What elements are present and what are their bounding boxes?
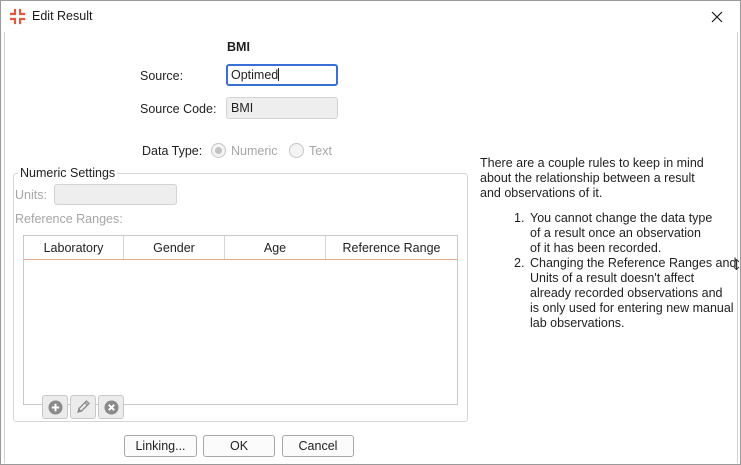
close-button[interactable] bbox=[694, 1, 740, 32]
source-code-field: BMI bbox=[226, 97, 338, 119]
numeric-settings-legend: Numeric Settings bbox=[18, 166, 118, 180]
cancel-button[interactable]: Cancel bbox=[282, 435, 354, 457]
text-radio-label: Text bbox=[309, 144, 332, 158]
units-label: Units: bbox=[15, 188, 47, 202]
window-title: Edit Result bbox=[32, 9, 93, 23]
dialog-content: BMI Source: Optimed Source Code: BMI Dat… bbox=[4, 32, 738, 463]
rule-number: 2. bbox=[514, 256, 525, 270]
numeric-radio[interactable] bbox=[211, 143, 226, 158]
ok-button[interactable]: OK bbox=[203, 435, 275, 457]
rule-text: Changing the Reference Ranges and Units … bbox=[530, 256, 736, 331]
column-header-age[interactable]: Age bbox=[225, 236, 326, 259]
source-code-value: BMI bbox=[231, 101, 254, 115]
remove-icon bbox=[104, 400, 118, 414]
remove-range-button[interactable] bbox=[98, 395, 124, 419]
units-field bbox=[54, 184, 177, 205]
resize-cursor-icon bbox=[733, 259, 740, 270]
rule-line: of a result once an observation bbox=[530, 226, 701, 240]
text-radio[interactable] bbox=[289, 143, 304, 158]
app-logo-icon bbox=[9, 8, 26, 25]
rule-line: lab observations. bbox=[530, 316, 625, 330]
info-intro-line: about the relationship between a result bbox=[480, 171, 695, 185]
plus-icon bbox=[48, 400, 62, 414]
column-header-reference-range[interactable]: Reference Range bbox=[326, 236, 457, 259]
rule-line: is only used for entering new manual bbox=[530, 301, 734, 315]
rule-line: Changing the Reference Ranges and bbox=[530, 256, 737, 270]
result-name: BMI bbox=[227, 40, 250, 54]
reference-ranges-table[interactable]: Laboratory Gender Age Reference Range bbox=[23, 235, 458, 405]
linking-button[interactable]: Linking... bbox=[124, 435, 197, 457]
rule-line: already recorded observations and bbox=[530, 286, 723, 300]
reference-ranges-label: Reference Ranges: bbox=[15, 212, 123, 226]
table-header: Laboratory Gender Age Reference Range bbox=[24, 236, 457, 260]
source-input-value: Optimed bbox=[231, 68, 279, 82]
rule-line: Units of a result doesn't affect bbox=[530, 271, 695, 285]
source-code-label: Source Code: bbox=[140, 102, 217, 116]
rule-line: You cannot change the data type bbox=[530, 211, 713, 225]
numeric-radio-label: Numeric bbox=[231, 144, 278, 158]
source-input[interactable]: Optimed bbox=[226, 64, 338, 86]
column-header-gender[interactable]: Gender bbox=[124, 236, 225, 259]
rule-number: 1. bbox=[514, 211, 525, 225]
pencil-icon bbox=[77, 400, 90, 413]
data-type-label: Data Type: bbox=[142, 144, 203, 158]
info-intro-line: There are a couple rules to keep in mind bbox=[480, 156, 704, 170]
info-intro-line: and observations of it. bbox=[480, 186, 603, 200]
edit-result-dialog: Edit Result BMI Source: Optimed Source C… bbox=[0, 0, 741, 465]
column-header-laboratory[interactable]: Laboratory bbox=[24, 236, 124, 259]
rule-line: of it has been recorded. bbox=[530, 241, 662, 255]
title-bar: Edit Result bbox=[1, 1, 740, 32]
info-intro: There are a couple rules to keep in mind… bbox=[480, 156, 741, 201]
source-label: Source: bbox=[140, 69, 184, 83]
edit-range-button[interactable] bbox=[70, 395, 96, 419]
add-range-button[interactable] bbox=[42, 395, 68, 419]
close-icon bbox=[711, 11, 723, 22]
rule-text: You cannot change the data type of a res… bbox=[530, 211, 712, 256]
text-caret bbox=[278, 68, 280, 81]
